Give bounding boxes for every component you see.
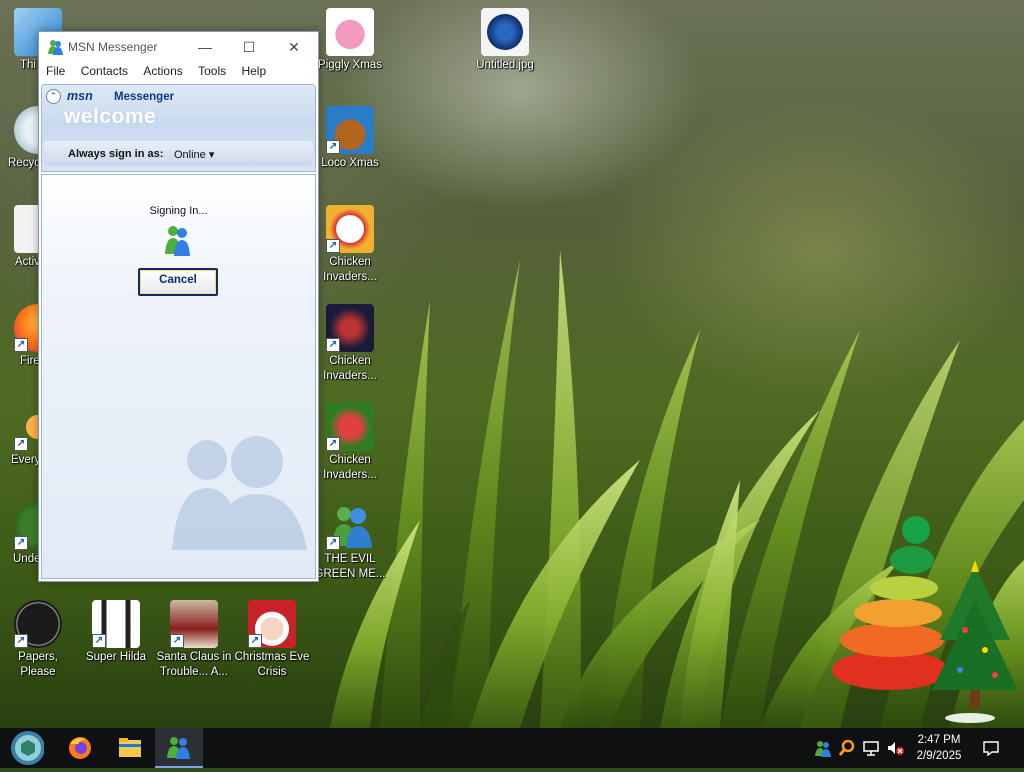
messenger-app-icon — [47, 39, 63, 55]
chicken-space-icon: ↗ — [326, 304, 374, 352]
welcome-text: welcome — [64, 105, 157, 128]
shortcut-arrow-icon: ↗ — [248, 634, 262, 648]
msn-logo: msn — [67, 89, 93, 103]
folder-icon — [119, 738, 141, 757]
shortcut-arrow-icon: ↗ — [326, 140, 340, 154]
messenger-header-panel: ⌃ msn Messenger welcome Always sign in a… — [41, 84, 316, 172]
network-icon[interactable] — [862, 739, 880, 757]
desktop-icon-papers-please[interactable]: ↗ Papers, Please — [0, 600, 76, 680]
shortcut-arrow-icon: ↗ — [14, 338, 28, 352]
start-button[interactable] — [4, 728, 52, 768]
shortcut-arrow-icon: ↗ — [326, 536, 340, 550]
menu-contacts[interactable]: Contacts — [81, 62, 128, 81]
menu-file[interactable]: File — [46, 62, 65, 81]
chicken-christmas-icon: ↗ — [326, 403, 374, 451]
minimize-button[interactable]: — — [189, 36, 221, 58]
always-sign-in-label: Always sign in as: — [68, 148, 164, 160]
tray-search-icon[interactable] — [838, 739, 856, 757]
desktop-icon-loco-xmas[interactable]: ↗ Loco Xmas — [312, 106, 388, 171]
volume-muted-icon[interactable] — [886, 739, 904, 757]
desktop-icon-super-hilda[interactable]: ↗ Super Hilda — [78, 600, 154, 665]
msn-messenger-window[interactable]: MSN Messenger — ☐ ✕ File Contacts Action… — [38, 31, 319, 582]
santa-face-icon: ↗ — [248, 600, 296, 648]
cancel-button[interactable]: Cancel — [138, 268, 218, 296]
pixel-dog-icon: ↗ — [92, 600, 140, 648]
christmas-tree-decoration — [820, 490, 1020, 725]
firefox-icon — [69, 737, 91, 759]
desktop-icon-santa-claus-in-trouble[interactable]: ↗ Santa Claus in Trouble... A... — [156, 600, 232, 680]
pig-icon — [326, 8, 374, 56]
desktop-icon-christmas-eve-crisis[interactable]: ↗ Christmas Eve Crisis — [234, 600, 310, 680]
papers-please-icon: ↗ — [14, 600, 62, 648]
messenger-buddy-icon — [163, 224, 191, 256]
desktop-icon-chicken-invaders-3[interactable]: ↗ Chicken Invaders... — [312, 403, 388, 483]
signing-in-text: Signing In... — [149, 205, 208, 217]
taskbar-firefox[interactable] — [56, 728, 104, 768]
sign-in-panel: Signing In... Cancel — [41, 174, 316, 579]
notification-center-icon[interactable] — [982, 739, 1000, 757]
shortcut-arrow-icon: ↗ — [92, 634, 106, 648]
maximize-button[interactable]: ☐ — [233, 36, 265, 58]
start-orb-icon — [11, 731, 45, 765]
desktop-icon-the-evil-green-me[interactable]: ↗ THE EVIL GREEN ME... — [312, 502, 388, 582]
taskbar: 2:47 PM 2/9/2025 — [0, 728, 1024, 768]
sign-in-bar: Always sign in as: Online ▾ — [44, 141, 313, 166]
messenger-buddy-icon — [167, 737, 190, 759]
clock-time: 2:47 PM — [917, 734, 961, 746]
teddy-bear-icon: ↗ — [326, 106, 374, 154]
shortcut-arrow-icon: ↗ — [326, 437, 340, 451]
close-button[interactable]: ✕ — [278, 36, 310, 58]
image-file-icon — [481, 8, 529, 56]
shortcut-arrow-icon: ↗ — [326, 239, 340, 253]
clock-date: 2/9/2025 — [916, 750, 962, 762]
window-titlebar[interactable]: MSN Messenger — ☐ ✕ — [39, 32, 318, 62]
shortcut-arrow-icon: ↗ — [326, 338, 340, 352]
collapse-chevron-icon[interactable]: ⌃ — [46, 89, 61, 104]
menu-tools[interactable]: Tools — [198, 62, 226, 81]
shortcut-arrow-icon: ↗ — [14, 634, 28, 648]
shortcut-arrow-icon: ↗ — [170, 634, 184, 648]
messenger-watermark-icon — [167, 430, 312, 550]
desktop-icon-chicken-invaders-2[interactable]: ↗ Chicken Invaders... — [312, 304, 388, 384]
santa-game-icon: ↗ — [170, 600, 218, 648]
taskbar-msn-messenger[interactable] — [155, 728, 203, 768]
menu-help[interactable]: Help — [241, 62, 266, 81]
desktop-icon-chicken-invaders-1[interactable]: ↗ Chicken Invaders... — [312, 205, 388, 285]
window-title: MSN Messenger — [68, 40, 158, 54]
messenger-label: Messenger — [114, 91, 175, 103]
desktop-icon-piggly-xmas[interactable]: Piggly Xmas — [312, 8, 388, 73]
messenger-buddy-icon: ↗ — [326, 502, 374, 550]
chicken-icon: ↗ — [326, 205, 374, 253]
taskbar-clock[interactable]: 2:47 PM 2/9/2025 — [906, 732, 972, 764]
desktop-icon-untitled-jpg[interactable]: Untitled.jpg — [467, 8, 543, 73]
menu-bar: File Contacts Actions Tools Help — [39, 62, 318, 82]
taskbar-file-explorer[interactable] — [106, 728, 154, 768]
shortcut-arrow-icon: ↗ — [14, 536, 28, 550]
status-dropdown[interactable]: Online ▾ — [174, 148, 214, 161]
shortcut-arrow-icon: ↗ — [14, 437, 28, 451]
menu-actions[interactable]: Actions — [143, 62, 182, 81]
tray-messenger-icon[interactable] — [814, 739, 832, 757]
